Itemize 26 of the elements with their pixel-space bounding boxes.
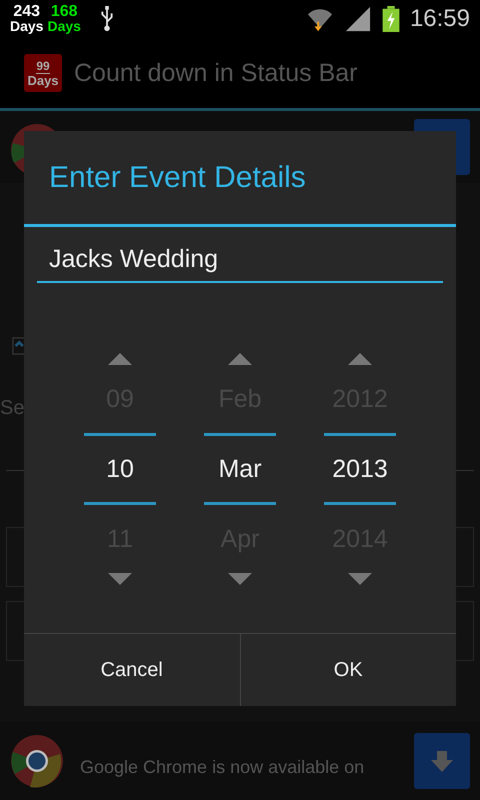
usb-icon xyxy=(98,6,115,32)
down-arrow-icon[interactable] xyxy=(228,573,252,585)
download-button[interactable] xyxy=(414,733,470,789)
signal-icon xyxy=(344,6,372,32)
dialog-title: Enter Event Details xyxy=(24,131,456,227)
up-arrow-icon[interactable] xyxy=(348,353,372,365)
battery-icon xyxy=(382,6,400,32)
ok-button[interactable]: OK xyxy=(240,634,456,706)
day-counter: 243 Days xyxy=(10,5,44,33)
input-field[interactable]: Jacks Wedding xyxy=(37,237,443,283)
up-arrow-icon[interactable] xyxy=(108,353,132,365)
clock: 16:59 xyxy=(410,5,470,33)
down-arrow-icon[interactable] xyxy=(348,573,372,585)
app-icon: 99 Days xyxy=(24,54,62,92)
down-arrow-icon[interactable] xyxy=(108,573,132,585)
app-title: Count down in Status Bar xyxy=(74,58,358,88)
selected-value[interactable]: 2013 xyxy=(324,433,396,505)
cancel-button[interactable]: Cancel xyxy=(24,634,240,706)
day-counter: 168 Days xyxy=(47,5,81,33)
selected-value[interactable]: 10 xyxy=(84,433,156,505)
up-arrow-icon[interactable] xyxy=(228,353,252,365)
download-arrow-icon xyxy=(430,749,454,773)
selected-value[interactable]: Mar xyxy=(204,433,276,505)
chrome-logo-icon xyxy=(10,734,64,788)
wifi-icon xyxy=(306,6,334,32)
ad-text: Google Chrome is now available on xyxy=(80,756,366,778)
